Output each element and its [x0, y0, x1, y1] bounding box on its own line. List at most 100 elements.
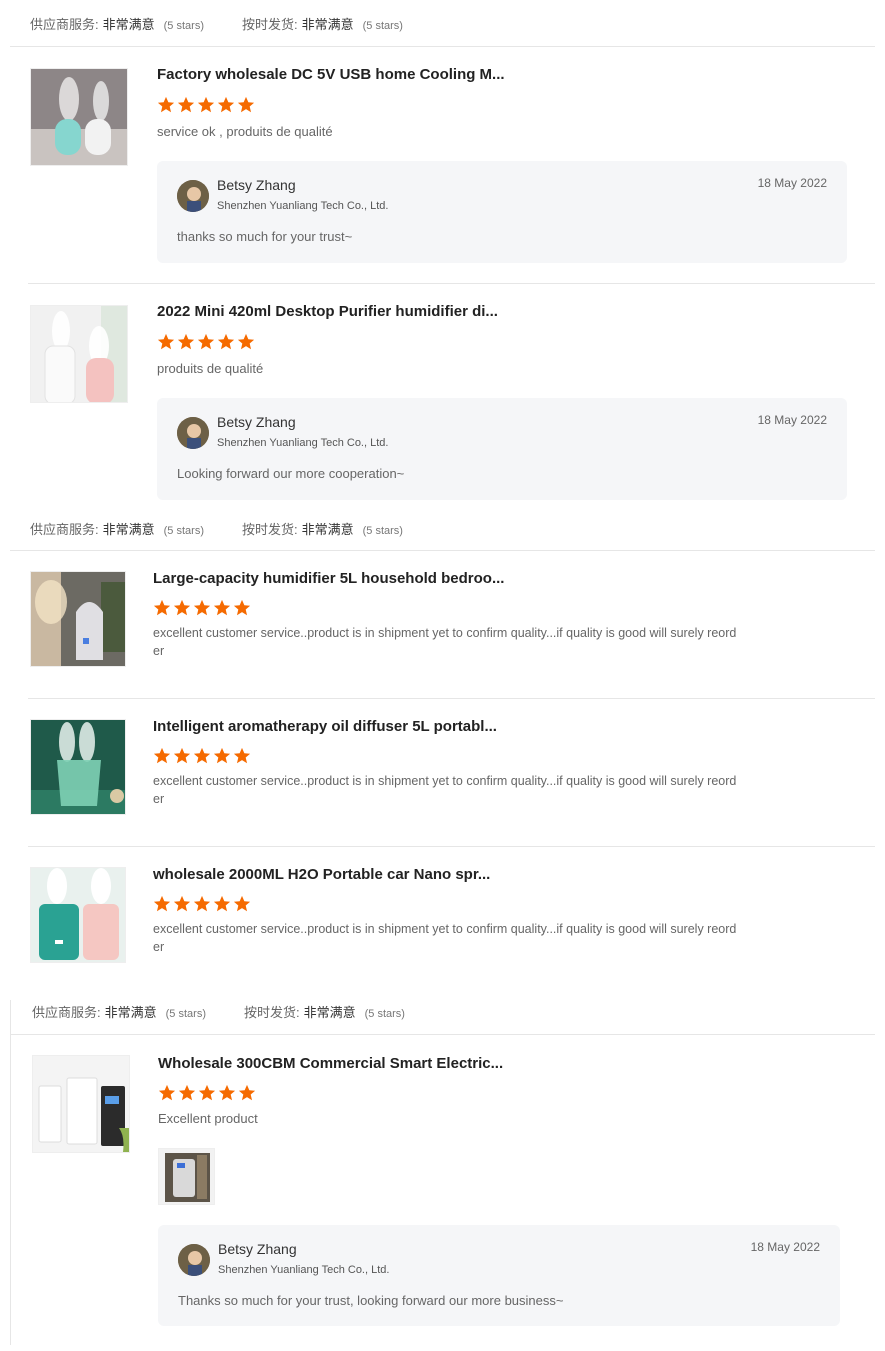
star-icon	[213, 599, 231, 616]
supplier-service-label: 供应商服务:	[32, 1004, 101, 1020]
on-time-delivery-label: 按时发货:	[243, 1004, 300, 1020]
product-thumbnail[interactable]	[30, 867, 126, 963]
star-icon	[157, 96, 175, 113]
product-thumbnail[interactable]	[30, 719, 126, 815]
on-time-delivery-label: 按时发货:	[241, 16, 298, 32]
star-icon	[193, 895, 211, 912]
star-icon	[157, 333, 175, 350]
star-rating	[153, 747, 253, 765]
star-rating	[157, 333, 257, 351]
product-title[interactable]: wholesale 2000ML H2O Portable car Nano s…	[153, 866, 490, 883]
star-icon	[217, 96, 235, 113]
product-thumbnail[interactable]	[30, 68, 128, 166]
star-icon	[233, 747, 251, 764]
star-icon	[153, 599, 171, 616]
star-icon	[173, 895, 191, 912]
reply-text: Thanks so much for your trust, looking f…	[178, 1293, 564, 1308]
divider	[10, 550, 875, 551]
star-icon	[173, 747, 191, 764]
avatar	[178, 1244, 210, 1276]
divider	[10, 46, 875, 47]
star-icon	[218, 1084, 236, 1101]
on-time-delivery-stars: (5 stars)	[362, 19, 403, 32]
product-title[interactable]: Wholesale 300CBM Commercial Smart Electr…	[158, 1055, 503, 1072]
supplier-reply: Betsy Zhang Shenzhen Yuanliang Tech Co.,…	[157, 398, 847, 500]
star-icon	[213, 895, 231, 912]
star-icon	[238, 1084, 256, 1101]
reply-author-name: Betsy Zhang	[217, 414, 296, 430]
reply-date: 18 May 2022	[757, 413, 827, 427]
divider	[28, 283, 875, 284]
review-comment: service ok , produits de qualité	[157, 124, 333, 139]
reply-company: Shenzhen Yuanliang Tech Co., Ltd.	[218, 1264, 390, 1276]
supplier-service-label: 供应商服务:	[30, 521, 99, 537]
star-rating	[158, 1084, 258, 1102]
product-thumbnail[interactable]	[30, 571, 126, 667]
reply-author-name: Betsy Zhang	[217, 177, 296, 193]
supplier-service-stars: (5 stars)	[163, 524, 204, 537]
reply-text: Looking forward our more cooperation~	[177, 466, 405, 481]
product-title[interactable]: Large-capacity humidifier 5L household b…	[153, 570, 504, 587]
star-icon	[153, 747, 171, 764]
star-icon	[158, 1084, 176, 1101]
on-time-delivery-stars: (5 stars)	[362, 524, 403, 537]
avatar	[177, 417, 209, 449]
review-comment-line: er	[153, 792, 165, 806]
reply-date: 18 May 2022	[757, 176, 827, 190]
supplier-service-value: 非常满意	[104, 1004, 157, 1020]
review-comment: Excellent product	[158, 1111, 258, 1126]
reply-date: 18 May 2022	[750, 1240, 820, 1254]
supplier-reply: Betsy Zhang Shenzhen Yuanliang Tech Co.,…	[157, 161, 847, 263]
star-icon	[233, 895, 251, 912]
review-comment-line: er	[153, 940, 165, 954]
star-icon	[197, 96, 215, 113]
star-icon	[233, 599, 251, 616]
review-comment: produits de qualité	[157, 361, 264, 376]
supplier-service-stars: (5 stars)	[165, 1007, 206, 1020]
review-comment-line: excellent customer service..product is i…	[153, 774, 737, 788]
product-title[interactable]: Factory wholesale DC 5V USB home Cooling…	[157, 66, 505, 83]
product-thumbnail[interactable]	[30, 305, 128, 403]
on-time-delivery-value: 非常满意	[301, 521, 354, 537]
product-title[interactable]: 2022 Mini 420ml Desktop Purifier humidif…	[157, 303, 498, 320]
star-icon	[153, 895, 171, 912]
rating-summary: 供应商服务: 非常满意 (5 stars) 按时发货: 非常满意 (5 stars)	[0, 0, 885, 46]
review-comment-line: excellent customer service..product is i…	[153, 922, 737, 936]
rating-summary: 供应商服务: 非常满意 (5 stars) 按时发货: 非常满意 (5 stars)	[0, 988, 885, 1034]
reply-author-name: Betsy Zhang	[218, 1241, 297, 1257]
supplier-service-stars: (5 stars)	[163, 19, 204, 32]
avatar	[177, 180, 209, 212]
star-icon	[217, 333, 235, 350]
reply-company: Shenzhen Yuanliang Tech Co., Ltd.	[217, 437, 389, 449]
divider	[10, 1034, 875, 1035]
star-rating	[153, 895, 253, 913]
star-icon	[198, 1084, 216, 1101]
star-icon	[213, 747, 231, 764]
star-rating	[153, 599, 253, 617]
star-rating	[157, 96, 257, 114]
on-time-delivery-label: 按时发货:	[241, 521, 298, 537]
star-icon	[177, 333, 195, 350]
star-icon	[197, 333, 215, 350]
review-comment: excellent customer service..product is i…	[153, 772, 736, 808]
divider-vertical	[10, 1000, 11, 1345]
rating-summary: 供应商服务: 非常满意 (5 stars) 按时发货: 非常满意 (5 stars)	[0, 505, 885, 551]
on-time-delivery-value: 非常满意	[303, 1004, 356, 1020]
supplier-service-label: 供应商服务:	[30, 16, 99, 32]
star-icon	[193, 747, 211, 764]
product-title[interactable]: Intelligent aromatherapy oil diffuser 5L…	[153, 718, 497, 735]
supplier-service-value: 非常满意	[102, 521, 155, 537]
on-time-delivery-value: 非常满意	[301, 16, 354, 32]
review-comment-line: excellent customer service..product is i…	[153, 626, 737, 640]
star-icon	[178, 1084, 196, 1101]
review-comment: excellent customer service..product is i…	[153, 920, 736, 956]
review-comment: excellent customer service..product is i…	[153, 624, 736, 660]
reply-company: Shenzhen Yuanliang Tech Co., Ltd.	[217, 200, 389, 212]
star-icon	[193, 599, 211, 616]
divider	[28, 698, 875, 699]
star-icon	[237, 333, 255, 350]
supplier-reply: Betsy Zhang Shenzhen Yuanliang Tech Co.,…	[158, 1225, 840, 1326]
star-icon	[177, 96, 195, 113]
product-thumbnail[interactable]	[32, 1055, 130, 1153]
review-photo[interactable]	[158, 1148, 215, 1205]
